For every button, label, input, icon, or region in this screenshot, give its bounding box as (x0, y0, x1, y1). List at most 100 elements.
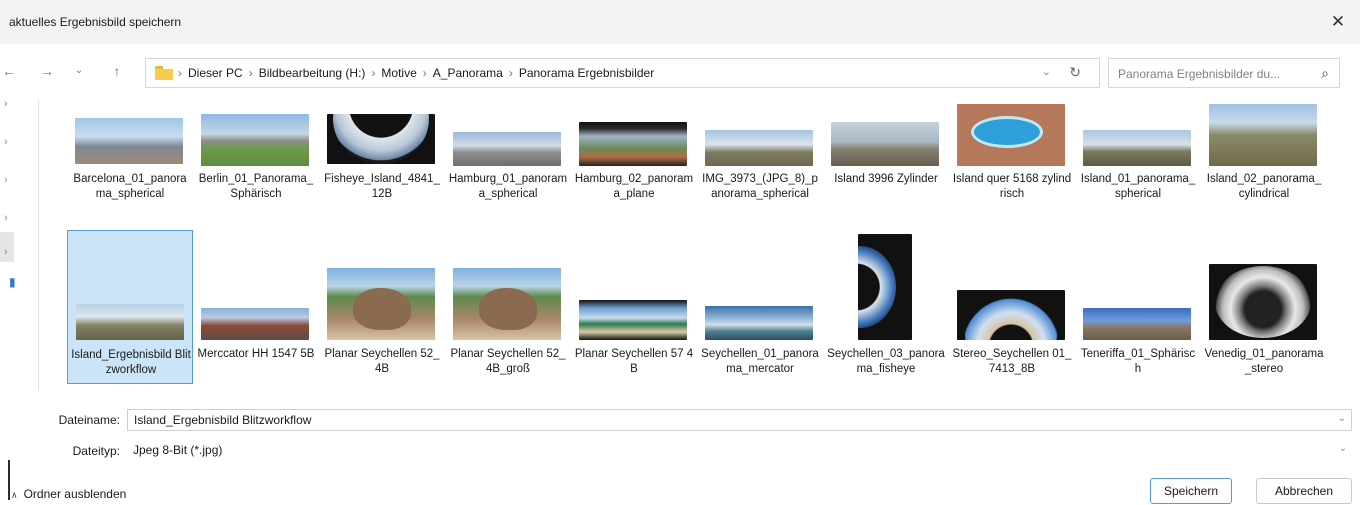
file-name: Planar Seychellen 52_4B (324, 348, 440, 375)
address-bar[interactable]: › Dieser PC › Bildbearbeitung (H:) › Motive › A… (145, 58, 1100, 88)
navigation-bar: ← → ⌄ ↑ › Dieser PC › Bildbearbeitung (H:) ›… (0, 50, 1360, 96)
nav-expand-icon[interactable]: › (4, 246, 8, 258)
title-bar: aktuelles Ergebnisbild speichern ✕ (0, 0, 1360, 44)
file-item[interactable]: Teneriffa_01_Sphärisch (1075, 230, 1201, 384)
file-thumbnail (1209, 104, 1317, 166)
file-name: Venedig_01_panorama_stereo (1204, 348, 1324, 375)
file-name: Teneriffa_01_Sphärisch (1080, 348, 1196, 375)
file-name: Planar Seychellen 57 4B (574, 348, 694, 375)
address-history-chevron-icon[interactable]: ⌄ (1042, 65, 1051, 78)
file-item[interactable]: Merccator HH 1547 5B (193, 230, 319, 384)
filetype-value: Jpeg 8-Bit (*.jpg) (133, 443, 223, 457)
file-name: Island quer 5168 zylindrisch (952, 173, 1072, 200)
file-item[interactable]: Hamburg_01_panorama_spherical (445, 104, 571, 204)
hide-folders-label: Ordner ausblenden (23, 487, 127, 501)
file-name: IMG_3973_(JPG_8)_panorama_spherical (702, 173, 818, 200)
file-item-selected[interactable]: Island_Ergebnisbild Blitzworkflow (67, 230, 193, 384)
file-item[interactable]: Barcelona_01_panorama_spherical (67, 104, 193, 204)
breadcrumb-item[interactable]: Bildbearbeitung (H:) (259, 66, 366, 80)
file-thumbnail (201, 114, 309, 166)
file-item[interactable]: Stereo_Seychellen 01_7413_8B (949, 230, 1075, 384)
filename-input[interactable]: Island_Ergebnisbild Blitzworkflow (134, 413, 311, 427)
file-item[interactable]: Planar Seychellen 52_4B (319, 230, 445, 384)
nav-expand-icon[interactable]: › (4, 174, 8, 186)
close-icon[interactable]: ✕ (1322, 8, 1354, 36)
filename-field[interactable]: Island_Ergebnisbild Blitzworkflow ⌄ (127, 409, 1352, 431)
file-name: Seychellen_01_panorama_mercator (701, 348, 819, 375)
pane-divider[interactable] (38, 100, 39, 390)
breadcrumb-item[interactable]: Dieser PC (188, 66, 243, 80)
file-name: Merccator HH 1547 5B (197, 348, 315, 360)
nav-drive-icon[interactable]: ▮ (9, 275, 16, 289)
save-button[interactable]: Speichern (1150, 478, 1232, 504)
arrow-left-icon[interactable]: ← (0, 60, 20, 82)
file-item[interactable]: Island_01_panorama_spherical (1075, 104, 1201, 204)
nav-expand-icon[interactable]: › (4, 136, 8, 148)
file-name: Island_Ergebnisbild Blitzworkflow (71, 349, 191, 376)
search-icon[interactable]: ⌕ (1321, 65, 1329, 82)
hide-folders-toggle[interactable]: ∧ Ordner ausblenden (11, 487, 126, 501)
window-title: aktuelles Ergebnisbild speichern (9, 15, 182, 29)
file-thumbnail (1209, 264, 1317, 340)
file-name: Island_02_panorama_cylindrical (1206, 173, 1322, 200)
chevron-down-icon[interactable]: ⌄ (68, 60, 90, 82)
file-item[interactable]: Island quer 5168 zylindrisch (949, 104, 1075, 204)
arrow-right-icon[interactable]: → (36, 60, 58, 82)
navigation-pane: › › › › › ▮ (0, 96, 40, 396)
file-item[interactable]: Planar Seychellen 52_4B_groß (445, 230, 571, 384)
file-name: Stereo_Seychellen 01_7413_8B (952, 348, 1072, 375)
file-item[interactable]: Berlin_01_Panorama_Sphärisch (193, 104, 319, 204)
search-input[interactable]: Panorama Ergebnisbilder du... (1118, 67, 1280, 81)
refresh-icon[interactable]: ↻ (1069, 64, 1081, 81)
file-thumbnail (858, 234, 912, 340)
file-item[interactable]: Hamburg_02_panorama_plane (571, 104, 697, 204)
file-name: Berlin_01_Panorama_Sphärisch (198, 173, 314, 200)
search-box[interactable]: Panorama Ergebnisbilder du... ⌕ (1108, 58, 1340, 88)
file-name: Fisheye_Island_4841_12B (324, 173, 440, 200)
filetype-label: Dateityp: (72, 444, 120, 458)
file-thumbnail (1083, 130, 1191, 166)
file-thumbnail (705, 130, 813, 166)
file-thumbnail (75, 118, 183, 164)
breadcrumb-item[interactable]: Panorama Ergebnisbilder (519, 66, 654, 80)
file-thumbnail (453, 268, 561, 340)
file-thumbnail (831, 122, 939, 166)
chevron-down-icon[interactable]: ⌄ (1339, 443, 1347, 454)
file-thumbnail (579, 300, 687, 340)
file-name: Planar Seychellen 52_4B_groß (450, 348, 566, 375)
breadcrumb: › Dieser PC › Bildbearbeitung (H:) › Motive › A… (178, 66, 655, 80)
file-item[interactable]: IMG_3973_(JPG_8)_panorama_spherical (697, 104, 823, 204)
chevron-up-icon: ∧ (11, 490, 18, 500)
file-thumbnail (1083, 308, 1191, 340)
arrow-up-icon[interactable]: ↑ (106, 60, 128, 82)
file-thumbnail (327, 114, 435, 164)
breadcrumb-item[interactable]: Motive (381, 66, 416, 80)
file-thumbnail (705, 306, 813, 340)
file-item[interactable]: Seychellen_03_panorama_fisheye (823, 230, 949, 384)
folder-icon (155, 66, 173, 80)
file-thumbnail (957, 104, 1065, 166)
filetype-select[interactable]: Jpeg 8-Bit (*.jpg) ⌄ (127, 440, 1352, 462)
file-item[interactable]: Planar Seychellen 57 4B (571, 230, 697, 384)
file-item[interactable]: Venedig_01_panorama_stereo (1201, 230, 1327, 384)
chevron-down-icon[interactable]: ⌄ (1338, 413, 1346, 424)
file-thumbnail (957, 290, 1065, 340)
file-item[interactable]: Island_02_panorama_cylindrical (1201, 104, 1327, 204)
file-name: Hamburg_02_panorama_plane (574, 173, 694, 200)
file-thumbnail (76, 304, 184, 340)
file-item[interactable]: Island 3996 Zylinder (823, 104, 949, 204)
file-name: Island 3996 Zylinder (834, 173, 938, 185)
cancel-button[interactable]: Abbrechen (1256, 478, 1352, 504)
file-thumbnail (579, 122, 687, 166)
breadcrumb-item[interactable]: A_Panorama (433, 66, 503, 80)
file-thumbnail (453, 132, 561, 166)
file-name: Barcelona_01_panorama_spherical (73, 173, 187, 200)
nav-expand-icon[interactable]: › (4, 98, 8, 110)
file-name: Hamburg_01_panorama_spherical (448, 173, 568, 200)
file-item[interactable]: Fisheye_Island_4841_12B (319, 104, 445, 204)
file-item[interactable]: Seychellen_01_panorama_mercator (697, 230, 823, 384)
footer-bar: ∧ Ordner ausblenden Speichern Abbrechen (0, 470, 1360, 505)
file-name: Seychellen_03_panorama_fisheye (827, 348, 945, 375)
file-name: Island_01_panorama_spherical (1080, 173, 1196, 200)
nav-expand-icon[interactable]: › (4, 212, 8, 224)
